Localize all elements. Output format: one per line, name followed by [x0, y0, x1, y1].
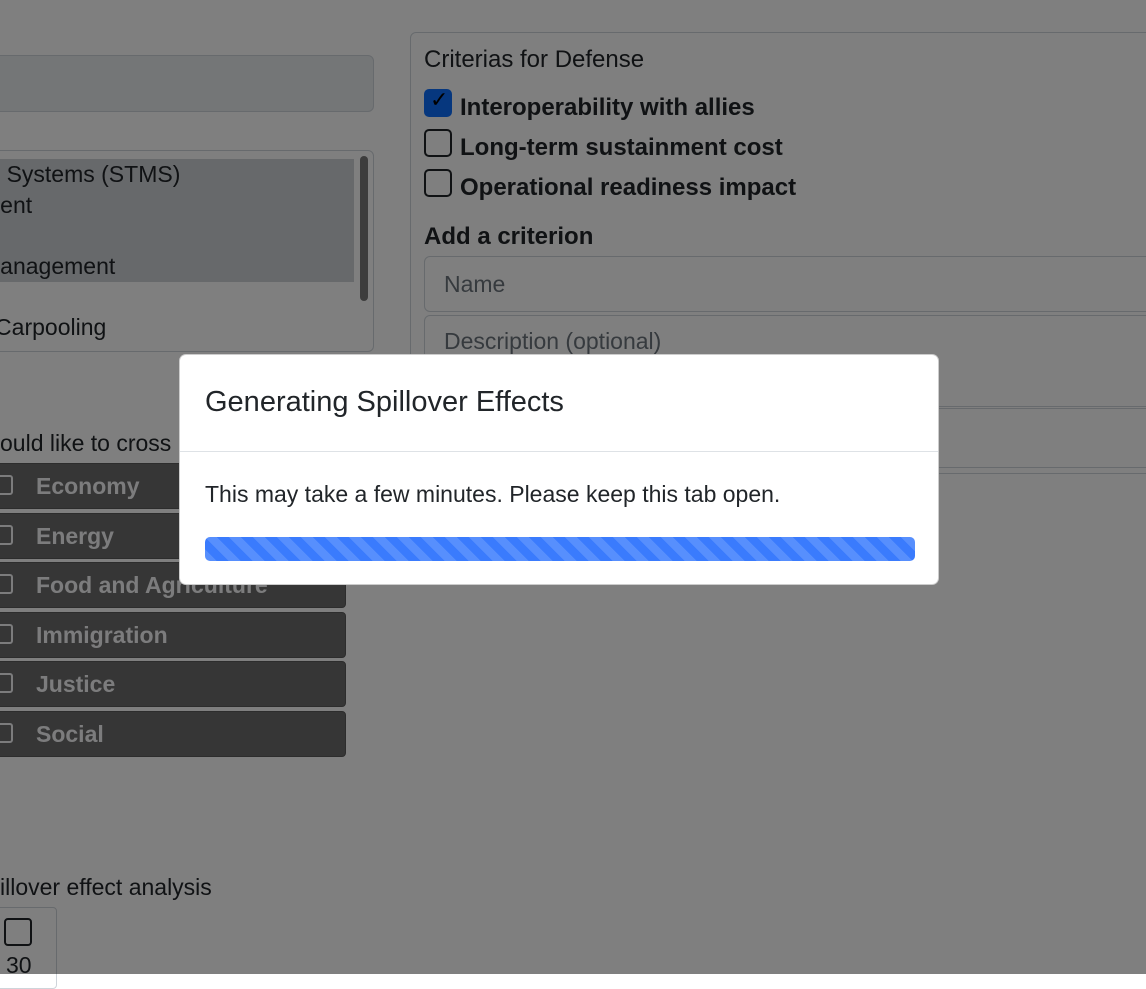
modal-title: Generating Spillover Effects: [205, 386, 564, 418]
progress-bar: [205, 537, 915, 561]
modal-header: Generating Spillover Effects: [180, 355, 938, 452]
progress-track: [205, 537, 915, 561]
progress-modal: Generating Spillover Effects This may ta…: [179, 354, 939, 585]
modal-message: This may take a few minutes. Please keep…: [205, 481, 781, 507]
